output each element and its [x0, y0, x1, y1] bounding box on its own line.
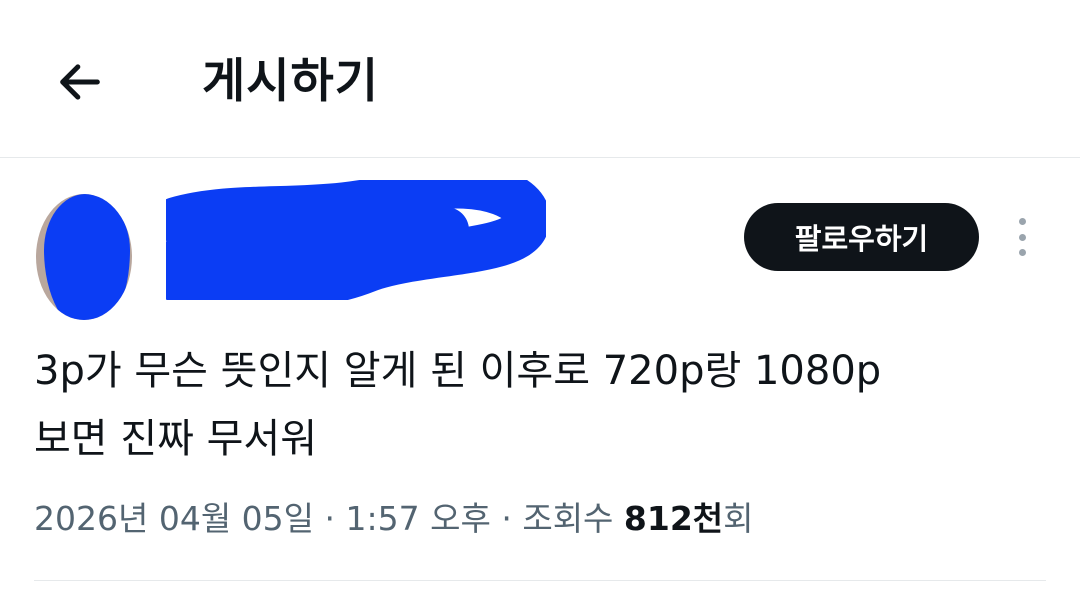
post-line: 보면 진짜 무서워 [34, 416, 318, 462]
top-bar: 게시하기 [0, 0, 1080, 158]
arrow-left-icon [60, 64, 100, 100]
post-line: 3p가 무슨 뜻인지 알게 된 이후로 720p랑 1080p [34, 348, 882, 394]
meta-separator: · [490, 499, 523, 538]
views-label: 조회수 [522, 499, 624, 538]
follow-button[interactable]: 팔로우하기 [744, 203, 979, 271]
more-vertical-icon-dot [1018, 233, 1026, 241]
views-count[interactable]: 812천 [624, 499, 723, 538]
more-options-button[interactable] [1004, 214, 1040, 260]
post-author: ptastro 팔로우하기 [36, 180, 1046, 330]
post-time[interactable]: 1:57 오후 [346, 499, 491, 538]
post-meta: 2026년 04월 05일 · 1:57 오후 · 조회수 812천회 [34, 494, 754, 544]
post-date[interactable]: 2026년 04월 05일 [34, 499, 314, 538]
more-vertical-icon-dot [1018, 249, 1026, 256]
avatar-redaction [44, 194, 130, 320]
name-redaction-scribble [166, 180, 546, 300]
meta-separator: · [314, 499, 346, 538]
avatar[interactable] [36, 194, 132, 320]
divider [34, 580, 1046, 581]
more-vertical-icon [1018, 218, 1026, 225]
page-title: 게시하기 [202, 54, 379, 109]
back-button[interactable] [48, 50, 112, 114]
post-body: 3p가 무슨 뜻인지 알게 된 이후로 720p랑 1080p 보면 진짜 무서… [34, 337, 1044, 473]
views-suffix: 회 [723, 499, 754, 538]
